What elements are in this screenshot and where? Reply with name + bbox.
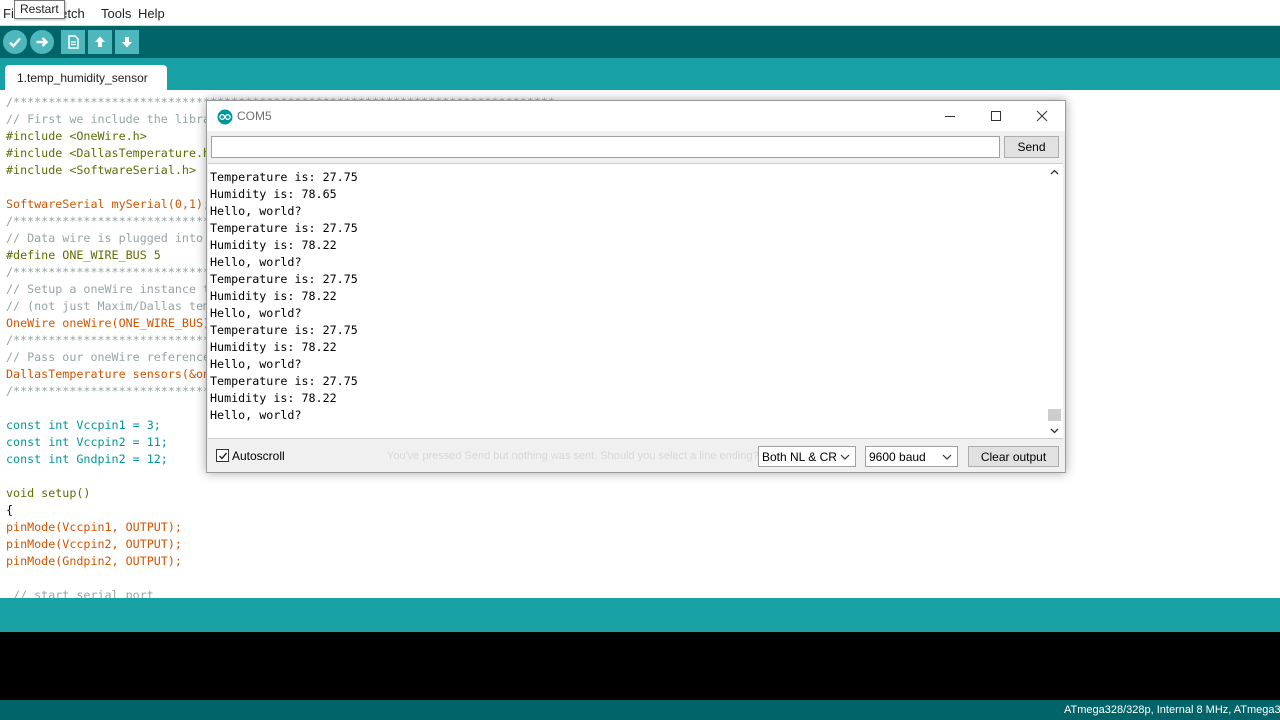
serial-input[interactable]	[211, 136, 1000, 158]
output-line: Humidity is: 78.22	[210, 289, 337, 303]
send-button[interactable]: Send	[1004, 136, 1059, 158]
arduino-logo-icon	[217, 109, 233, 125]
code-line: const int Gndpin2 = 12;	[6, 452, 168, 466]
code-line: SoftwareSerial mySerial(0,1);	[6, 197, 211, 211]
autoscroll-checkbox[interactable]	[216, 449, 229, 462]
output-line: Temperature is: 27.75	[210, 272, 358, 286]
line-ending-select[interactable]: Both NL & CR	[758, 446, 856, 467]
baud-rate-select[interactable]: 9600 baud	[865, 446, 958, 467]
code-line: // First we include the libra	[6, 112, 211, 126]
tab-strip: 1.temp_humidity_sensor	[0, 58, 1280, 90]
code-line: /*****************************	[6, 214, 218, 228]
chevron-up-icon	[1050, 169, 1059, 175]
line-ending-hint: You've pressed Send but nothing was sent…	[387, 450, 759, 462]
verify-button[interactable]	[3, 30, 27, 54]
code-line: /*****************************	[6, 265, 218, 279]
code-line: // Pass our oneWire reference	[6, 350, 211, 364]
code-line: #include <SoftwareSerial.h>	[6, 163, 196, 177]
console-output[interactable]	[0, 632, 1280, 700]
code-line: // Data wire is plugged into	[6, 231, 204, 245]
output-line: Hello, world?	[210, 408, 302, 422]
restart-tooltip: Restart	[14, 0, 65, 19]
new-button[interactable]	[61, 30, 85, 54]
code-line: // Setup a oneWire instance t	[6, 282, 211, 296]
new-icon	[68, 35, 79, 49]
code-line: // (not just Maxim/Dallas tem	[6, 299, 211, 313]
clear-output-button[interactable]: Clear output	[968, 446, 1059, 467]
code-line: /*****************************	[6, 333, 218, 347]
serial-monitor-window: COM5 Send Temperature is: 27.75 Humidity…	[206, 100, 1066, 473]
upload-icon	[36, 37, 49, 47]
open-button[interactable]	[88, 30, 112, 54]
open-icon	[95, 36, 105, 47]
output-line: Hello, world?	[210, 255, 302, 269]
verify-icon	[9, 37, 21, 48]
minimize-icon	[945, 116, 955, 117]
code-line: const int Vccpin2 = 11;	[6, 435, 168, 449]
output-scrollbar[interactable]	[1046, 164, 1063, 438]
serial-output[interactable]: Temperature is: 27.75 Humidity is: 78.65…	[208, 163, 1063, 439]
close-button[interactable]	[1019, 101, 1065, 131]
code-line: OneWire oneWire(ONE_WIRE_BUS)	[6, 316, 211, 330]
code-line: #define ONE_WIRE_BUS 5	[6, 248, 161, 262]
output-line: Temperature is: 27.75	[210, 170, 358, 184]
code-line: #include <DallasTemperature.h	[6, 146, 211, 160]
status-bar: ATmega328/328p, Internal 8 MHz, ATmega32…	[0, 700, 1280, 720]
baud-rate-value: 9600 baud	[869, 450, 926, 464]
output-line: Temperature is: 27.75	[210, 221, 358, 235]
output-line: Hello, world?	[210, 204, 302, 218]
menu-bar: File Sketch Tools Help Restart	[0, 0, 1280, 26]
menu-tools[interactable]: Tools	[101, 6, 131, 21]
output-line: Hello, world?	[210, 357, 302, 371]
code-line: DallasTemperature sensors(&on	[6, 367, 211, 381]
output-line: Humidity is: 78.22	[210, 238, 337, 252]
serial-monitor-title: COM5	[237, 109, 272, 123]
output-line: Hello, world?	[210, 306, 302, 320]
scroll-down-button[interactable]	[1046, 422, 1063, 438]
scroll-up-button[interactable]	[1046, 164, 1063, 181]
output-line: Temperature is: 27.75	[210, 323, 358, 337]
code-line: const int Vccpin1 = 3;	[6, 418, 161, 432]
maximize-button[interactable]	[973, 101, 1019, 131]
save-button[interactable]	[115, 30, 139, 54]
output-line: Temperature is: 27.75	[210, 374, 358, 388]
tab-sketch[interactable]: 1.temp_humidity_sensor	[5, 65, 167, 90]
serial-monitor-titlebar[interactable]: COM5	[207, 101, 1065, 131]
chevron-down-icon	[1050, 428, 1059, 434]
minimize-button[interactable]	[927, 101, 973, 131]
chevron-down-icon	[840, 454, 850, 460]
code-line: pinMode(Vccpin2, OUTPUT);	[6, 537, 182, 551]
output-line: Humidity is: 78.22	[210, 340, 337, 354]
checkmark-icon	[218, 452, 227, 460]
console-header	[0, 598, 1280, 632]
code-line: pinMode(Vccpin1, OUTPUT);	[6, 520, 182, 534]
output-line: Humidity is: 78.22	[210, 391, 337, 405]
board-info: ATmega328/328p, Internal 8 MHz, ATmega32…	[1064, 704, 1280, 716]
menu-help[interactable]: Help	[138, 6, 165, 21]
maximize-icon	[991, 111, 1001, 121]
serial-monitor-footer: Autoscroll You've pressed Send but nothi…	[207, 441, 1065, 472]
line-ending-value: Both NL & CR	[762, 450, 837, 464]
code-line: /*****************************	[6, 384, 218, 398]
scroll-thumb[interactable]	[1048, 409, 1061, 421]
code-line: // start serial port	[6, 588, 154, 598]
code-line: {	[6, 503, 14, 517]
code-line: pinMode(Gndpin2, OUTPUT);	[6, 554, 182, 568]
code-line: #include <OneWire.h>	[6, 129, 147, 143]
toolbar	[0, 26, 1280, 58]
code-line: void setup()	[6, 486, 91, 500]
close-icon	[1036, 110, 1048, 122]
output-line: Humidity is: 78.65	[210, 187, 337, 201]
autoscroll-label[interactable]: Autoscroll	[232, 449, 285, 463]
upload-button[interactable]	[30, 30, 54, 54]
save-icon	[122, 37, 132, 48]
chevron-down-icon	[942, 454, 952, 460]
